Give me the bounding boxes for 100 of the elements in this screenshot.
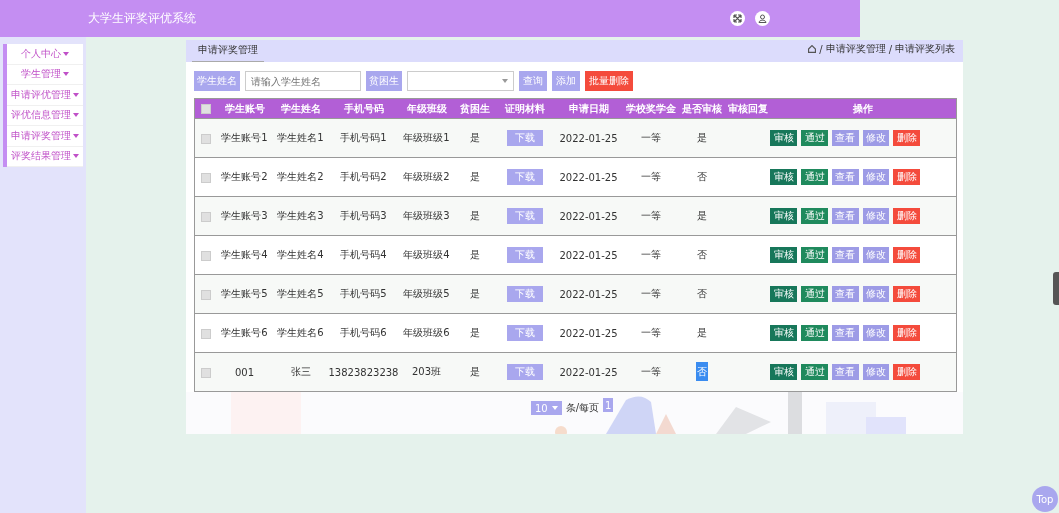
- table-cell: 学生姓名6: [277, 327, 324, 338]
- action-button[interactable]: 查看: [831, 364, 859, 380]
- toolbar-button[interactable]: 批量删除: [585, 71, 633, 91]
- table-cell: 学生姓名5: [277, 288, 324, 299]
- breadcrumb-item[interactable]: 申请评奖管理: [825, 42, 886, 56]
- action-button[interactable]: 审核: [770, 286, 798, 302]
- name-input-field[interactable]: 请输入学生姓名: [245, 71, 361, 91]
- action-button[interactable]: 审核: [770, 364, 798, 380]
- download-button[interactable]: 下载: [506, 130, 543, 146]
- row-checkbox[interactable]: [200, 211, 211, 222]
- action-button[interactable]: 查看: [831, 286, 859, 302]
- row-checkbox[interactable]: [200, 289, 211, 300]
- download-button[interactable]: 下载: [506, 325, 543, 341]
- table-cell: 手机号码6: [340, 327, 387, 338]
- toolbar-button[interactable]: 添加: [552, 71, 580, 91]
- action-button[interactable]: 通过: [801, 247, 828, 263]
- menu-item[interactable]: 申请评优管理: [11, 87, 71, 102]
- table-cell: 是: [469, 288, 480, 299]
- table-cell: 2022-01-25: [559, 366, 618, 378]
- action-button[interactable]: 通过: [801, 130, 828, 146]
- action-button[interactable]: 修改: [862, 169, 890, 185]
- action-button[interactable]: 审核: [770, 325, 798, 341]
- toolbar-button[interactable]: 查询: [519, 71, 547, 91]
- action-button[interactable]: 修改: [862, 247, 890, 263]
- field-label: 学生姓名: [194, 71, 240, 91]
- page-button[interactable]: 1: [603, 398, 614, 412]
- caret-icon: [73, 133, 79, 138]
- menu-item[interactable]: 申请评奖管理: [11, 128, 71, 143]
- action-button[interactable]: 审核: [770, 169, 798, 185]
- table-cell: 手机号码3: [340, 210, 387, 221]
- action-button[interactable]: 通过: [801, 169, 828, 185]
- breadcrumb-separator: /: [819, 43, 823, 55]
- action-button[interactable]: 修改: [862, 364, 890, 380]
- select-all-checkbox[interactable]: [200, 104, 211, 114]
- breadcrumb-item[interactable]: 申请评奖列表: [895, 42, 955, 56]
- action-button[interactable]: 查看: [831, 325, 859, 341]
- action-button[interactable]: 删除: [893, 208, 920, 224]
- action-button[interactable]: 删除: [893, 325, 920, 341]
- action-button[interactable]: 删除: [893, 286, 920, 302]
- table-cell: 是: [469, 210, 480, 221]
- column-header[interactable]: 操作: [853, 102, 874, 114]
- action-button[interactable]: 删除: [893, 247, 920, 263]
- action-button[interactable]: 查看: [831, 247, 859, 263]
- row-checkbox[interactable]: [200, 133, 211, 144]
- table-cell: 是: [469, 132, 480, 143]
- select-field[interactable]: [407, 71, 514, 91]
- per-page-label: 条/每页: [565, 401, 600, 415]
- table-cell: 13823823238: [328, 366, 399, 378]
- table-cell: 一等: [640, 327, 661, 338]
- action-button[interactable]: 修改: [862, 286, 890, 302]
- download-button[interactable]: 下载: [506, 247, 543, 263]
- action-button[interactable]: 删除: [893, 169, 920, 185]
- table-cell: 张三: [290, 366, 311, 377]
- table-cell: 一等: [640, 171, 661, 182]
- table-cell: 年级班级4: [403, 249, 450, 260]
- table-cell: 年级班级6: [403, 327, 450, 338]
- action-button[interactable]: 审核: [770, 208, 798, 224]
- action-button[interactable]: 查看: [831, 208, 859, 224]
- side-handle[interactable]: [1053, 272, 1059, 305]
- breadcrumb-separator: /: [888, 43, 892, 55]
- action-button[interactable]: 通过: [801, 325, 828, 341]
- action-button[interactable]: 删除: [893, 364, 920, 380]
- page-tab[interactable]: 申请评奖管理: [192, 43, 264, 62]
- table-cell: 2022-01-25: [559, 288, 618, 300]
- table-cell: 年级班级2: [403, 171, 450, 182]
- page-size-select[interactable]: 10: [531, 401, 562, 415]
- table-cell: 手机号码2: [340, 171, 387, 182]
- menu-item[interactable]: 个人中心: [21, 46, 61, 61]
- caret-icon: [63, 51, 69, 56]
- table-cell: 学生账号5: [221, 288, 268, 299]
- action-button[interactable]: 审核: [770, 130, 798, 146]
- action-button[interactable]: 审核: [770, 247, 798, 263]
- row-checkbox[interactable]: [200, 328, 211, 339]
- table-cell: 是: [469, 249, 480, 260]
- table-cell: 学生账号3: [221, 210, 268, 221]
- action-button[interactable]: 修改: [862, 130, 890, 146]
- action-button[interactable]: 删除: [893, 130, 920, 146]
- table-cell: 学生账号1: [221, 132, 268, 143]
- menu-item[interactable]: 评奖结果管理: [11, 149, 71, 164]
- row-checkbox[interactable]: [200, 367, 211, 378]
- home-icon[interactable]: [808, 45, 817, 53]
- table-cell: 学生姓名3: [277, 210, 324, 221]
- download-button[interactable]: 下载: [506, 208, 543, 224]
- menu-item[interactable]: 学生管理: [21, 67, 61, 82]
- download-button[interactable]: 下载: [506, 169, 543, 185]
- action-button[interactable]: 通过: [801, 286, 828, 302]
- row-checkbox[interactable]: [200, 172, 211, 183]
- caret-icon: [551, 406, 558, 410]
- action-button[interactable]: 查看: [831, 169, 859, 185]
- action-button[interactable]: 修改: [862, 208, 890, 224]
- back-to-top-button[interactable]: Top: [1032, 486, 1058, 512]
- table-cell: 一等: [640, 366, 661, 377]
- action-button[interactable]: 修改: [862, 325, 890, 341]
- download-button[interactable]: 下载: [506, 364, 543, 380]
- row-checkbox[interactable]: [200, 250, 211, 261]
- action-button[interactable]: 查看: [831, 130, 859, 146]
- action-button[interactable]: 通过: [801, 364, 828, 380]
- download-button[interactable]: 下载: [506, 286, 543, 302]
- menu-item[interactable]: 评优信息管理: [11, 108, 71, 123]
- action-button[interactable]: 通过: [801, 208, 828, 224]
